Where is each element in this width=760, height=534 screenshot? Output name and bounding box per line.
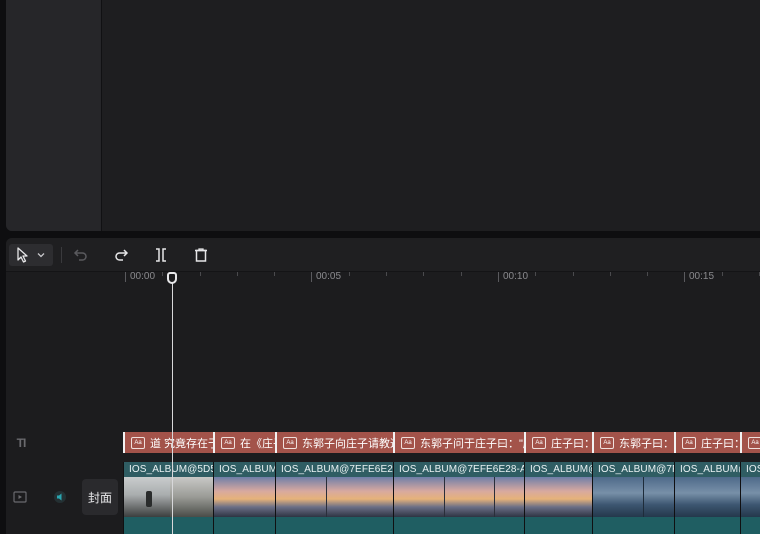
text-clip-icon: Aa <box>221 436 235 449</box>
text-clip-icon: Aa <box>682 436 696 449</box>
video-track: IOS_ALBUM@5D5 IOS_ALBUM IOS_ALBUM@7EFE6E… <box>123 462 760 534</box>
timeline-toolbar <box>6 238 760 272</box>
redo-button[interactable] <box>110 244 132 266</box>
clip-thumbnail <box>276 477 393 517</box>
media-panel <box>6 0 102 231</box>
ruler-minor-tick <box>647 272 648 276</box>
video-clip[interactable]: IOS_ALBUM <box>213 462 275 534</box>
split-button[interactable] <box>150 244 172 266</box>
preview-panel <box>6 0 760 231</box>
clip-thumbnail <box>593 477 674 517</box>
text-clip-icon: Aa <box>283 436 297 449</box>
clip-footer <box>741 517 760 534</box>
toolbar-divider <box>61 247 62 263</box>
ruler-label: 00:15 <box>684 272 714 282</box>
ruler-minor-tick <box>535 272 536 276</box>
video-clip[interactable]: IOS_ALBUM@5D5 <box>123 462 213 534</box>
ruler-minor-tick <box>386 272 387 276</box>
clip-footer <box>394 517 524 534</box>
clip-footer <box>214 517 275 534</box>
ruler-label: 00:05 <box>311 272 341 282</box>
clip-thumbnail <box>394 477 524 517</box>
video-clip-label: IOS_ALBUM@5D5 <box>129 464 213 475</box>
clip-thumbnail <box>525 477 592 517</box>
text-clip[interactable]: Aa 东郭子问于庄子曰："所 <box>393 432 524 453</box>
trash-icon <box>195 248 207 262</box>
text-clip[interactable]: Aa 东郭子向庄子请教这个 <box>275 432 393 453</box>
text-clip-icon: Aa <box>748 436 760 449</box>
video-track-icon <box>12 490 28 504</box>
ruler-minor-tick <box>162 272 163 276</box>
ruler-label: 00:00 <box>125 272 155 282</box>
text-clip-label: 东郭子向庄子请教这个 <box>302 437 393 450</box>
text-track: Aa 道 究竟存在于 Aa 在《庄子 Aa 东郭子向庄子请教这个 Aa 东郭子问… <box>123 432 760 453</box>
select-tool[interactable] <box>9 244 53 266</box>
video-clip[interactable]: IOS <box>740 462 760 534</box>
text-clip[interactable]: Aa 在《庄子 <box>213 432 275 453</box>
text-clip[interactable]: Aa 东郭子曰： <box>592 432 674 453</box>
ruler-minor-tick <box>200 272 201 276</box>
video-clip-label: IOS_ALBUM@ <box>680 464 740 475</box>
text-clip-icon: Aa <box>532 436 546 449</box>
text-clip-label: 在《庄子 <box>240 437 275 450</box>
video-clip[interactable]: IOS_ALBUM@7F <box>592 462 674 534</box>
text-track-icon: TI <box>16 436 27 450</box>
video-clip[interactable]: IOS_ALBUM@ <box>524 462 592 534</box>
video-clip-label: IOS_ALBUM@ <box>530 464 592 475</box>
video-clip-label: IOS_ALBUM <box>219 464 275 475</box>
undo-button[interactable] <box>70 244 92 266</box>
audio-mute-icon[interactable] <box>52 489 68 505</box>
video-clip-label: IOS_ALBUM@7EFE6E28 <box>281 464 393 475</box>
text-clip[interactable]: Aa 道 究竟存在于 <box>123 432 213 453</box>
text-clip-label: 道 究竟存在于 <box>150 437 213 450</box>
ruler-minor-tick <box>349 272 350 276</box>
clip-footer <box>675 517 740 534</box>
video-clip-label: IOS <box>746 464 760 475</box>
text-clip-label: 庄子曰： <box>551 437 592 450</box>
redo-icon <box>115 249 129 261</box>
playhead-line[interactable] <box>172 276 173 534</box>
ruler-minor-tick <box>722 272 723 276</box>
clip-thumbnail <box>214 477 275 517</box>
text-clip-label: 庄子曰： <box>701 437 740 450</box>
ruler-label: 00:10 <box>498 272 528 282</box>
text-clip-icon: Aa <box>600 436 614 449</box>
ruler-minor-tick <box>274 272 275 276</box>
text-clip-label: 东郭子问于庄子曰："所 <box>420 437 524 450</box>
video-clip[interactable]: IOS_ALBUM@7EFE6E28-A <box>393 462 524 534</box>
timeline-panel: 00:00 00:05 00:10 00:15 TI 封面 Aa 道 究竟存在于… <box>6 238 760 534</box>
cover-button[interactable]: 封面 <box>82 479 118 515</box>
text-clip[interactable]: Aa 庄子曰： <box>524 432 592 453</box>
video-clip-label: IOS_ALBUM@7EFE6E28-A <box>399 464 524 475</box>
text-clip-icon: Aa <box>401 436 415 449</box>
chevron-down-icon[interactable] <box>36 250 46 260</box>
cursor-icon <box>17 247 28 263</box>
undo-icon <box>73 249 87 261</box>
ruler-minor-tick <box>237 272 238 276</box>
clip-footer <box>593 517 674 534</box>
ruler-minor-tick <box>573 272 574 276</box>
clip-footer <box>276 517 393 534</box>
ruler-minor-tick <box>423 272 424 276</box>
clip-footer <box>525 517 592 534</box>
delete-button[interactable] <box>190 244 212 266</box>
video-clip[interactable]: IOS_ALBUM@ <box>674 462 740 534</box>
video-clip-label: IOS_ALBUM@7F <box>598 464 674 475</box>
split-icon <box>156 248 166 262</box>
playhead-handle[interactable] <box>167 272 177 284</box>
text-clip-label: 东郭子曰： <box>619 437 674 450</box>
clip-thumbnail <box>124 477 213 517</box>
text-clip-icon: Aa <box>131 436 145 449</box>
ruler-minor-tick <box>610 272 611 276</box>
time-ruler[interactable]: 00:00 00:05 00:10 00:15 <box>6 272 760 290</box>
clip-thumbnail <box>675 477 740 517</box>
clip-footer <box>124 517 213 534</box>
text-clip[interactable]: Aa <box>740 432 760 453</box>
video-clip[interactable]: IOS_ALBUM@7EFE6E28 <box>275 462 393 534</box>
ruler-minor-tick <box>461 272 462 276</box>
clip-thumbnail <box>741 477 760 517</box>
text-clip[interactable]: Aa 庄子曰： <box>674 432 740 453</box>
